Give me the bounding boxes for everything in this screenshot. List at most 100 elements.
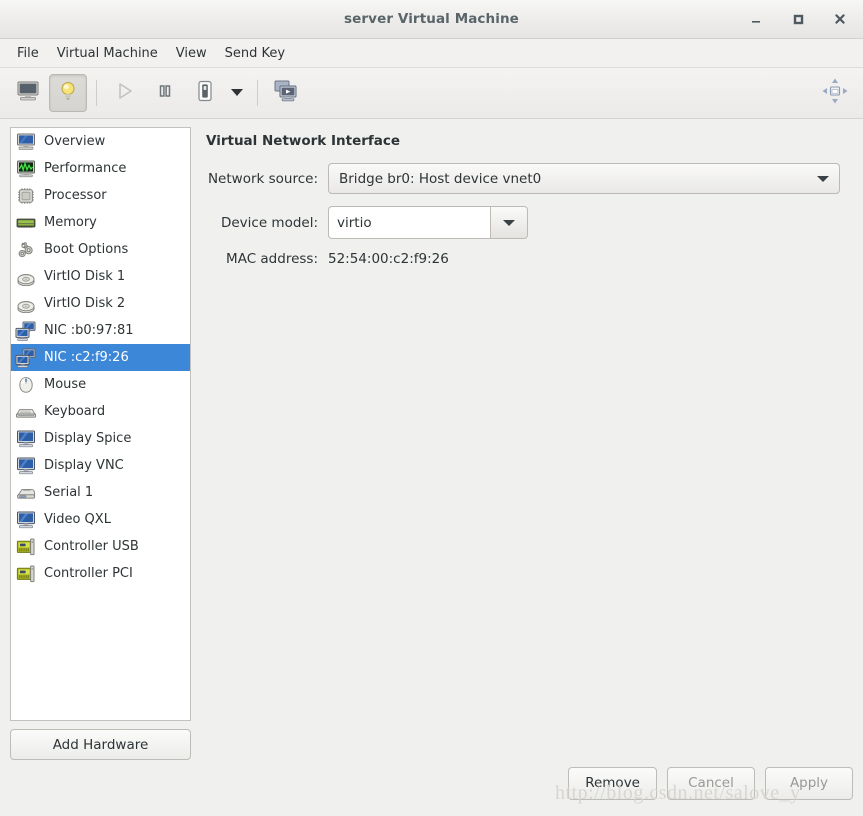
shutdown-button[interactable] (186, 74, 224, 112)
sidebar-item-label: Boot Options (44, 242, 129, 257)
menu-file[interactable]: File (8, 43, 48, 64)
disk-icon (15, 267, 37, 287)
toolbar-separator-1 (96, 80, 97, 106)
sidebar-item-display-vnc[interactable]: Display VNC (11, 452, 190, 479)
fullscreen-button[interactable] (816, 74, 854, 112)
cpu-icon (15, 186, 37, 206)
remove-button[interactable]: Remove (568, 766, 657, 800)
sidebar-item-label: VirtIO Disk 1 (44, 269, 126, 284)
menu-view[interactable]: View (167, 43, 216, 64)
sidebar-item-mouse[interactable]: Mouse (11, 371, 190, 398)
fullscreen-icon (820, 76, 850, 110)
disk-icon (15, 294, 37, 314)
show-details-button[interactable] (49, 74, 87, 112)
add-hardware-button[interactable]: Add Hardware (10, 729, 191, 760)
sidebar-item-label: Overview (44, 134, 106, 149)
snapshots-icon (273, 79, 299, 107)
gears-icon (15, 240, 37, 260)
device-model-label: Device model: (220, 214, 318, 231)
apply-button[interactable]: Apply (765, 766, 853, 800)
sidebar-item-processor[interactable]: Processor (11, 182, 190, 209)
network-icon (15, 348, 37, 368)
run-button[interactable] (106, 74, 144, 112)
controller-icon (15, 537, 37, 557)
device-model-row: Device model: virtio (206, 206, 853, 239)
pause-icon (154, 80, 176, 106)
minimize-button[interactable] (743, 6, 769, 32)
minimize-icon (749, 12, 763, 26)
sidebar-item-nic-b0-97-81[interactable]: NIC :b0:97:81 (11, 317, 190, 344)
network-source-value: Bridge br0: Host device vnet0 (339, 170, 542, 187)
sidebar-item-memory[interactable]: Memory (11, 209, 190, 236)
sidebar-item-label: Controller PCI (44, 566, 133, 581)
cancel-label: Cancel (688, 775, 734, 791)
chevron-down-icon (817, 175, 829, 182)
network-source-label: Network source: (207, 170, 318, 187)
add-hardware-label: Add Hardware (52, 736, 149, 753)
hardware-list[interactable]: Overview Performance Processor Memory Boot O… (10, 127, 191, 721)
mac-address-value: 52:54:00:c2:f9:26 (328, 251, 449, 267)
footer-buttons: Remove Cancel Apply (0, 760, 863, 816)
sidebar-item-label: Performance (44, 161, 127, 176)
sidebar-item-nic-c2-f9-26[interactable]: NIC :c2:f9:26 (11, 344, 190, 371)
show-console-button[interactable] (9, 74, 47, 112)
snapshots-button[interactable] (267, 74, 305, 112)
sidebar-item-virtio-disk-2[interactable]: VirtIO Disk 2 (11, 290, 190, 317)
device-model-input[interactable]: virtio (328, 206, 490, 239)
menu-virtual-machine[interactable]: Virtual Machine (48, 43, 167, 64)
display-icon (15, 429, 37, 449)
sidebar-item-serial-1[interactable]: Serial 1 (11, 479, 190, 506)
sidebar-item-display-spice[interactable]: Display Spice (11, 425, 190, 452)
hardware-sidebar: Overview Performance Processor Memory Boot O… (10, 127, 191, 760)
maximize-button[interactable] (785, 6, 811, 32)
window-title: server Virtual Machine (344, 11, 519, 27)
mac-address-label: MAC address: (226, 251, 318, 267)
add-hardware-wrap: Add Hardware (10, 721, 191, 760)
keyboard-icon (15, 402, 37, 422)
close-button[interactable] (827, 6, 853, 32)
sidebar-item-performance[interactable]: Performance (11, 155, 190, 182)
sidebar-item-label: Memory (44, 215, 97, 230)
sidebar-item-controller-pci[interactable]: Controller PCI (11, 560, 190, 587)
display-icon (15, 456, 37, 476)
serial-icon (15, 483, 37, 503)
window-controls (743, 0, 853, 38)
chevron-down-icon (503, 219, 515, 226)
content-area: Overview Performance Processor Memory Boot O… (0, 119, 863, 760)
play-icon (114, 80, 136, 106)
mac-address-row: MAC address: 52:54:00:c2:f9:26 (206, 251, 853, 267)
sidebar-item-label: VirtIO Disk 2 (44, 296, 126, 311)
network-source-select[interactable]: Bridge br0: Host device vnet0 (328, 163, 840, 194)
remove-label: Remove (585, 775, 640, 791)
maximize-icon (791, 12, 805, 26)
pause-button[interactable] (146, 74, 184, 112)
monitor-icon (15, 132, 37, 152)
panel-title: Virtual Network Interface (206, 133, 401, 149)
device-model-value: virtio (337, 214, 372, 231)
device-model-dropdown-button[interactable] (490, 206, 528, 239)
shutdown-menu-button[interactable] (226, 74, 248, 112)
sidebar-item-label: NIC :c2:f9:26 (44, 350, 129, 365)
sidebar-item-label: NIC :b0:97:81 (44, 323, 134, 338)
menu-send-key[interactable]: Send Key (216, 43, 294, 64)
sidebar-item-keyboard[interactable]: Keyboard (11, 398, 190, 425)
sidebar-item-controller-usb[interactable]: Controller USB (11, 533, 190, 560)
sidebar-item-boot-options[interactable]: Boot Options (11, 236, 190, 263)
controller-icon (15, 564, 37, 584)
apply-label: Apply (789, 775, 829, 791)
display-icon (15, 510, 37, 530)
device-model-combo[interactable]: virtio (328, 206, 528, 239)
sidebar-item-label: Controller USB (44, 539, 139, 554)
sidebar-item-label: Display Spice (44, 431, 132, 446)
sidebar-item-overview[interactable]: Overview (11, 128, 190, 155)
cancel-button[interactable]: Cancel (667, 766, 755, 800)
sidebar-item-label: Mouse (44, 377, 87, 392)
mouse-icon (15, 375, 37, 395)
network-source-row: Network source: Bridge br0: Host device … (206, 163, 853, 194)
network-icon (15, 321, 37, 341)
sidebar-item-virtio-disk-1[interactable]: VirtIO Disk 1 (11, 263, 190, 290)
sidebar-item-video-qxl[interactable]: Video QXL (11, 506, 190, 533)
chevron-down-icon (230, 86, 244, 101)
title-bar: server Virtual Machine (0, 0, 863, 39)
memory-icon (15, 213, 37, 233)
